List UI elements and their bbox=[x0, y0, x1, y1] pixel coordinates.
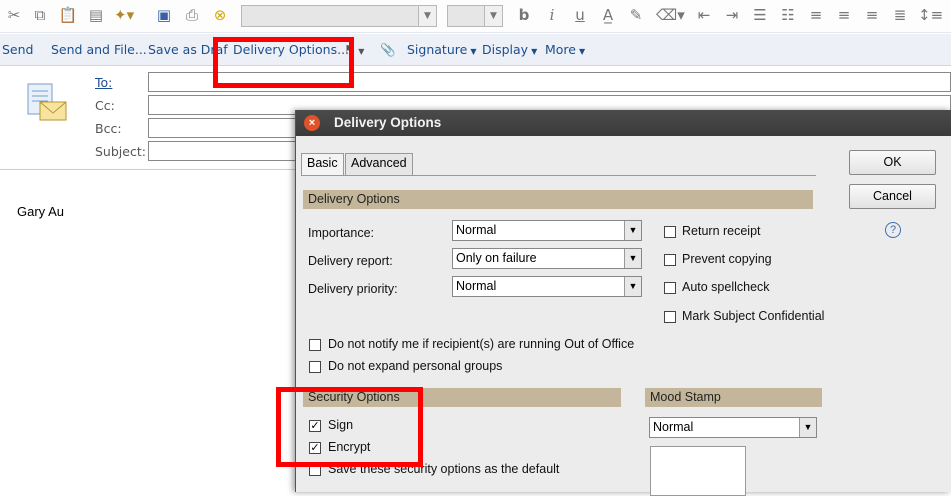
font-name-combo[interactable]: ▼ bbox=[241, 5, 437, 27]
format-toolbar: ✂ ⧉ 📋 ▤ ✦▾ ▣ ⎙ ⊗ ▼ ▼ b i u A̲ ✎ ⌫▾ ⇤ ⇥ ☰… bbox=[0, 0, 951, 33]
signature-button[interactable]: Signature ▼ bbox=[407, 42, 476, 57]
delivery-options-button[interactable]: Delivery Options... bbox=[233, 42, 349, 57]
mark-confidential-checkbox[interactable] bbox=[664, 311, 676, 323]
align-left-icon[interactable]: ≡ bbox=[806, 6, 826, 24]
sign-checkbox[interactable]: ✓ bbox=[309, 420, 321, 432]
auto-spellcheck-label: Auto spellcheck bbox=[682, 280, 770, 294]
highlight-icon[interactable]: ✎ bbox=[626, 6, 646, 24]
delivery-priority-label: Delivery priority: bbox=[308, 282, 398, 296]
send-and-file-button[interactable]: Send and File... bbox=[51, 42, 147, 57]
send-button[interactable]: Send bbox=[2, 42, 33, 57]
body-sender-name: Gary Au bbox=[17, 204, 64, 219]
insert-icon[interactable]: ✦▾ bbox=[114, 6, 134, 24]
chevron-down-icon: ▼ bbox=[799, 418, 816, 437]
chevron-down-icon: ▼ bbox=[624, 277, 641, 296]
do-not-notify-checkbox[interactable] bbox=[309, 339, 321, 351]
importance-value: Normal bbox=[456, 223, 497, 237]
chevron-down-icon: ▼ bbox=[531, 47, 538, 56]
mood-stamp-value: Normal bbox=[653, 420, 694, 434]
stop-icon[interactable]: ⊗ bbox=[210, 6, 230, 24]
italic-icon[interactable]: i bbox=[542, 6, 562, 24]
mood-stamp-preview bbox=[650, 446, 746, 496]
bullet-list-icon[interactable]: ☰ bbox=[750, 6, 770, 24]
do-not-expand-label: Do not expand personal groups bbox=[328, 359, 503, 373]
save-default-checkbox[interactable] bbox=[309, 464, 321, 476]
cc-label: Cc: bbox=[95, 98, 115, 113]
display-label: Display bbox=[482, 42, 529, 57]
memo-icon bbox=[26, 82, 68, 124]
auto-spellcheck-checkbox[interactable] bbox=[664, 282, 676, 294]
delivery-report-select[interactable]: Only on failure ▼ bbox=[452, 248, 642, 269]
help-icon[interactable]: ? bbox=[885, 222, 901, 238]
mood-stamp-section: Mood Stamp bbox=[645, 388, 822, 407]
save-default-label: Save these security options as the defau… bbox=[328, 462, 560, 476]
delivery-priority-value: Normal bbox=[456, 279, 497, 293]
security-options-section: Security Options bbox=[303, 388, 621, 407]
signature-label: Signature bbox=[407, 42, 468, 57]
chevron-down-icon: ▼ bbox=[624, 249, 641, 268]
chevron-down-icon: ▼ bbox=[624, 221, 641, 240]
chevron-down-icon: ▼ bbox=[418, 6, 436, 26]
paste-icon[interactable]: 📋 bbox=[58, 6, 78, 24]
importance-label: Importance: bbox=[308, 226, 375, 240]
chevron-down-icon: ▼ bbox=[484, 6, 502, 26]
tab-advanced[interactable]: Advanced bbox=[345, 153, 413, 175]
prevent-copying-checkbox[interactable] bbox=[664, 254, 676, 266]
do-not-notify-label: Do not notify me if recipient(s) are run… bbox=[328, 337, 635, 351]
align-center-icon[interactable]: ≡ bbox=[834, 6, 854, 24]
close-icon[interactable]: × bbox=[304, 115, 320, 131]
cancel-button[interactable]: Cancel bbox=[849, 184, 936, 209]
prevent-copying-label: Prevent copying bbox=[682, 252, 772, 266]
more-label: More bbox=[545, 42, 576, 57]
encrypt-label: Encrypt bbox=[328, 440, 371, 454]
outdent-icon[interactable]: ⇥ bbox=[722, 6, 742, 24]
tab-divider bbox=[301, 175, 816, 176]
delivery-priority-select[interactable]: Normal ▼ bbox=[452, 276, 642, 297]
eraser-icon[interactable]: ⌫▾ bbox=[656, 6, 685, 24]
tab-basic[interactable]: Basic bbox=[301, 153, 344, 175]
dialog-titlebar: × Delivery Options bbox=[296, 110, 951, 136]
save-as-draft-button[interactable]: Save as Draf bbox=[148, 42, 228, 57]
display-button[interactable]: Display ▼ bbox=[482, 42, 537, 57]
indent-icon[interactable]: ⇤ bbox=[694, 6, 714, 24]
return-receipt-label: Return receipt bbox=[682, 224, 761, 238]
subject-label: Subject: bbox=[95, 144, 146, 159]
bold-icon[interactable]: b bbox=[514, 6, 534, 24]
delivery-report-value: Only on failure bbox=[456, 251, 537, 265]
align-right-icon[interactable]: ≡ bbox=[862, 6, 882, 24]
copy-icon[interactable]: ⧉ bbox=[30, 6, 50, 24]
dialog-title: Delivery Options bbox=[334, 115, 442, 130]
chevron-down-icon: ▼ bbox=[579, 47, 586, 56]
line-spacing-icon[interactable]: ↕≡ bbox=[918, 6, 943, 24]
text-color-icon[interactable]: A̲ bbox=[598, 6, 618, 24]
bcc-label: Bcc: bbox=[95, 121, 122, 136]
encrypt-checkbox[interactable]: ✓ bbox=[309, 442, 321, 454]
to-field[interactable] bbox=[148, 72, 951, 92]
numbered-list-icon[interactable]: ☷ bbox=[778, 6, 798, 24]
delivery-report-label: Delivery report: bbox=[308, 254, 393, 268]
more-button[interactable]: More ▼ bbox=[545, 42, 585, 57]
cut-icon[interactable]: ✂ bbox=[4, 6, 24, 24]
action-bar: Send Send and File... Save as Draf Deliv… bbox=[0, 34, 951, 66]
sign-label: Sign bbox=[328, 418, 354, 432]
save-icon[interactable]: ▣ bbox=[154, 6, 174, 24]
print-icon[interactable]: ⎙ bbox=[182, 6, 202, 24]
paste-special-icon[interactable]: ▤ bbox=[86, 6, 106, 24]
do-not-expand-checkbox[interactable] bbox=[309, 361, 321, 373]
mark-confidential-label: Mark Subject Confidential bbox=[682, 309, 825, 323]
justify-icon[interactable]: ≣ bbox=[890, 6, 910, 24]
flag-icon[interactable]: ⚑ ▼ bbox=[344, 42, 364, 57]
font-size-combo[interactable]: ▼ bbox=[447, 5, 503, 27]
importance-select[interactable]: Normal ▼ bbox=[452, 220, 642, 241]
attach-icon[interactable]: 📎 bbox=[380, 42, 396, 58]
ok-button[interactable]: OK bbox=[849, 150, 936, 175]
delivery-options-section: Delivery Options bbox=[303, 190, 813, 209]
to-label[interactable]: To: bbox=[95, 75, 112, 90]
return-receipt-checkbox[interactable] bbox=[664, 226, 676, 238]
underline-icon[interactable]: u bbox=[570, 6, 590, 24]
mood-stamp-select[interactable]: Normal ▼ bbox=[649, 417, 817, 438]
chevron-down-icon: ▼ bbox=[470, 47, 477, 56]
delivery-options-dialog: × Delivery Options Basic Advanced OK Can… bbox=[295, 110, 951, 496]
